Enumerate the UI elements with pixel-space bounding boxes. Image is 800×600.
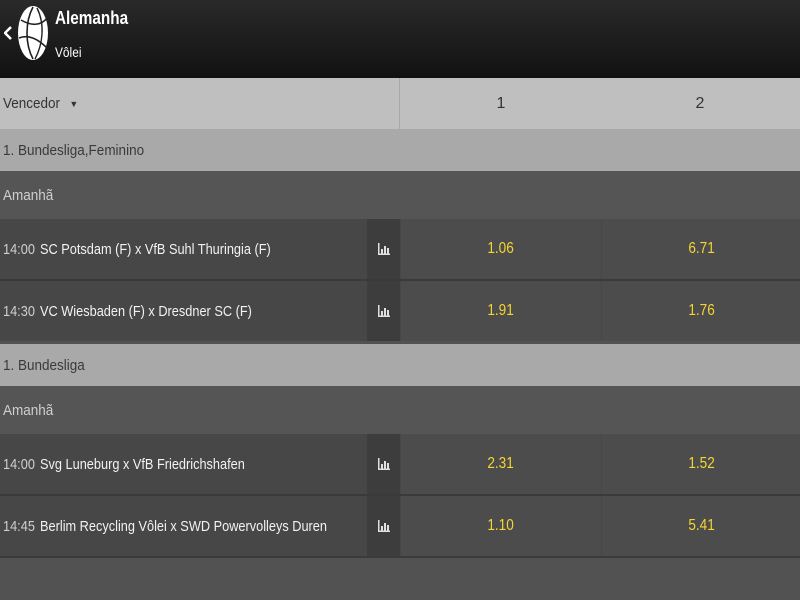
odd-value: 5.41 <box>688 517 716 534</box>
page-subtitle: Vôlei <box>55 44 82 60</box>
column-1-label: 1 <box>496 94 506 112</box>
stats-button[interactable] <box>367 219 400 279</box>
odd-value: 1.06 <box>487 240 515 257</box>
match-time: 14:45 <box>3 517 35 535</box>
chevron-left-icon <box>4 26 12 40</box>
stats-button[interactable] <box>367 496 400 556</box>
odd-button-2[interactable]: 1.52 <box>602 434 800 494</box>
page-title: Alemanha <box>55 8 129 28</box>
bar-chart-icon <box>377 458 390 470</box>
odd-value: 1.10 <box>487 517 515 534</box>
match-row: 14:00 SC Potsdam (F) x VfB Suhl Thuringia… <box>0 219 800 279</box>
bar-chart-icon <box>377 520 390 532</box>
match-info[interactable]: 14:00 SC Potsdam (F) x VfB Suhl Thuringia… <box>0 219 367 279</box>
day-label: Amanhã <box>3 186 54 204</box>
odd-button-1[interactable]: 2.31 <box>401 434 601 494</box>
league-header[interactable]: 1. Bundesliga <box>0 344 800 386</box>
match-time: 14:00 <box>3 240 35 258</box>
stats-button[interactable] <box>367 281 400 341</box>
match-teams: VC Wiesbaden (F) x Dresdner SC (F) <box>40 302 252 320</box>
row-divider <box>0 556 800 558</box>
back-button[interactable] <box>3 22 13 44</box>
league-header[interactable]: 1. Bundesliga,Feminino <box>0 129 800 171</box>
odd-button-2[interactable]: 6.71 <box>602 219 800 279</box>
odd-button-1[interactable]: 1.10 <box>401 496 601 556</box>
volleyball-icon <box>18 6 48 60</box>
odd-value: 1.52 <box>688 455 716 472</box>
odd-button-2[interactable]: 5.41 <box>602 496 800 556</box>
league-name: 1. Bundesliga,Feminino <box>3 141 145 159</box>
caret-down-icon: ▼ <box>69 98 79 109</box>
column-2-label: 2 <box>695 94 705 112</box>
day-header: Amanhã <box>0 386 800 434</box>
bar-chart-icon <box>377 243 390 255</box>
market-label: Vencedor <box>3 95 61 112</box>
match-info[interactable]: 14:30 VC Wiesbaden (F) x Dresdner SC (F) <box>0 281 367 341</box>
day-header: Amanhã <box>0 171 800 219</box>
odd-value: 1.91 <box>487 302 515 319</box>
match-row: 14:45 Berlim Recycling Vôlei x SWD Powerv… <box>0 496 800 556</box>
odd-button-1[interactable]: 1.06 <box>401 219 601 279</box>
odd-button-1[interactable]: 1.91 <box>401 281 601 341</box>
match-teams: Svg Luneburg x VfB Friedrichshafen <box>40 455 245 473</box>
stats-button[interactable] <box>367 434 400 494</box>
odd-button-2[interactable]: 1.76 <box>602 281 800 341</box>
match-row: 14:00 Svg Luneburg x VfB Friedrichshafen … <box>0 434 800 494</box>
bar-chart-icon <box>377 305 390 317</box>
match-info[interactable]: 14:45 Berlim Recycling Vôlei x SWD Powerv… <box>0 496 367 556</box>
match-info[interactable]: 14:00 Svg Luneburg x VfB Friedrichshafen <box>0 434 367 494</box>
odd-value: 1.76 <box>688 302 716 319</box>
market-selector[interactable]: Vencedor ▼ <box>0 78 400 129</box>
match-row: 14:30 VC Wiesbaden (F) x Dresdner SC (F) … <box>0 281 800 341</box>
odd-value: 2.31 <box>487 455 515 472</box>
odd-value: 6.71 <box>688 240 716 257</box>
league-name: 1. Bundesliga <box>3 356 85 374</box>
match-time: 14:30 <box>3 302 35 320</box>
column-header: Vencedor ▼ 1 2 <box>0 78 800 129</box>
match-time: 14:00 <box>3 455 35 473</box>
app-header: Alemanha Vôlei <box>0 0 800 78</box>
match-teams: Berlim Recycling Vôlei x SWD Powervolley… <box>40 517 327 535</box>
day-label: Amanhã <box>3 401 54 419</box>
match-teams: SC Potsdam (F) x VfB Suhl Thuringia (F) <box>40 240 271 258</box>
